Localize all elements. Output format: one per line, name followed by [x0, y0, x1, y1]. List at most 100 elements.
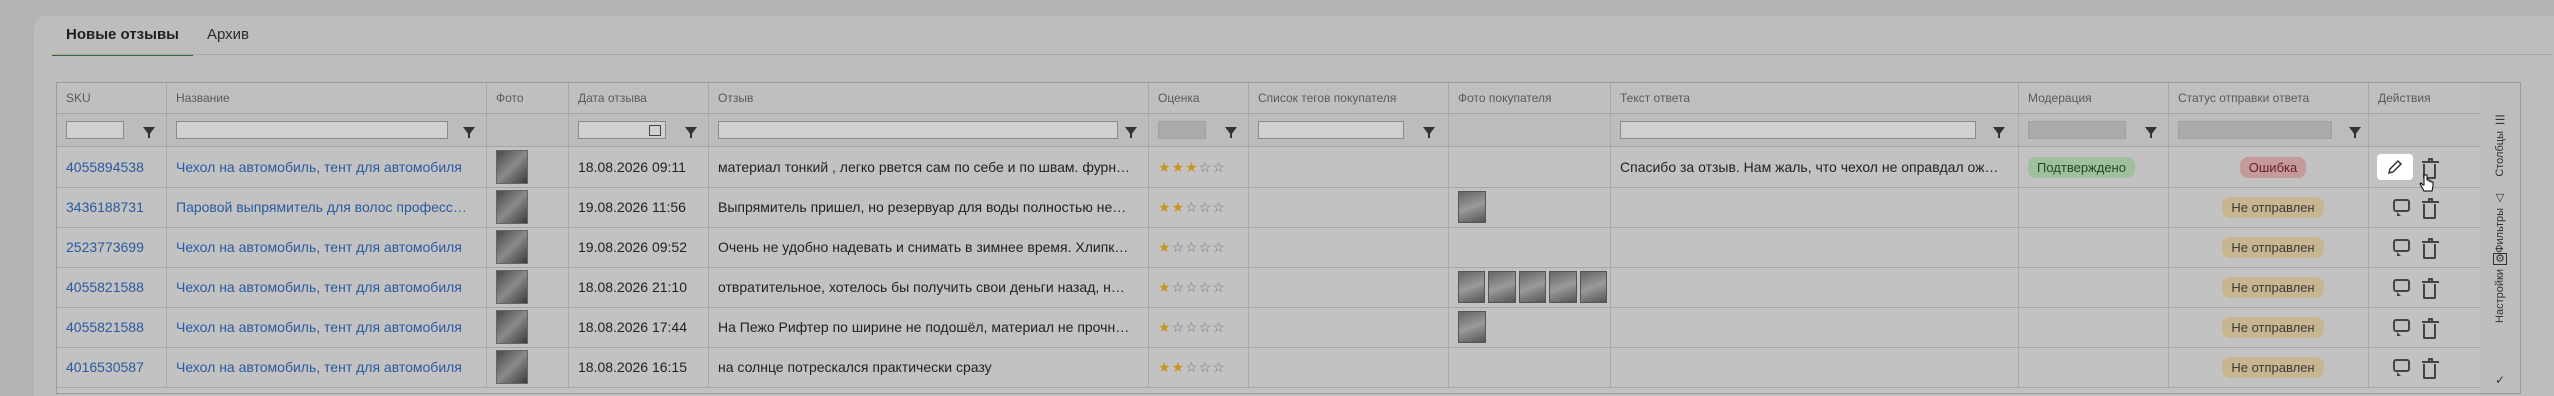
tab-archive[interactable]: Архив [193, 22, 263, 56]
reply-button[interactable] [2393, 239, 2411, 257]
buyer-photo-thumbnail[interactable] [1458, 191, 1486, 223]
cell-tags [1249, 307, 1449, 347]
product-name-link[interactable]: Чехол на автомобиль, тент для автомобиля [176, 319, 462, 335]
cell-sku: 4055894538 [57, 147, 167, 187]
cell-buyer-photo [1449, 307, 1611, 347]
delete-button[interactable] [2422, 198, 2441, 219]
delete-button[interactable] [2422, 278, 2441, 299]
cell-name: Чехол на автомобиль, тент для автомобиля [167, 347, 487, 387]
cell-buyer-photo [1449, 227, 1611, 267]
review-text: материал тонкий , легко рвется сам по се… [718, 159, 1131, 175]
funnel-icon[interactable] [463, 127, 475, 138]
buyer-photo-thumbnail[interactable] [1518, 271, 1547, 303]
reply-button[interactable] [2393, 359, 2411, 377]
delete-button[interactable] [2422, 238, 2441, 259]
rating-stars: ★☆☆☆☆ [1158, 279, 1226, 296]
comment-icon [2393, 319, 2410, 336]
sku-link[interactable]: 4055821588 [66, 319, 144, 335]
cell-review: отвратительное, хотелось бы получить сво… [709, 267, 1149, 307]
funnel-icon[interactable] [1125, 127, 1137, 138]
product-name-link[interactable]: Чехол на автомобиль, тент для автомобиля [176, 359, 462, 375]
product-thumbnail[interactable] [496, 310, 528, 344]
product-thumbnail[interactable] [496, 270, 528, 304]
col-send-status[interactable]: Статус отправки ответа [2169, 83, 2369, 113]
buyer-photo-thumbnail[interactable] [1488, 271, 1516, 303]
filter-answer [1611, 114, 2019, 146]
star-icon: ★ [1185, 158, 1199, 175]
buyer-photo-thumbnail[interactable] [1579, 271, 1608, 303]
filter-tags-input[interactable] [1258, 121, 1404, 139]
star-icon: ☆ [1185, 198, 1199, 215]
funnel-icon[interactable] [1423, 127, 1435, 138]
funnel-icon[interactable] [685, 127, 697, 138]
sku-link[interactable]: 2523773699 [66, 239, 144, 255]
product-name-link[interactable]: Чехол на автомобиль, тент для автомобиля [176, 279, 462, 295]
side-settings[interactable]: ⚙ Настройки [2480, 253, 2520, 323]
filter-tags [1249, 114, 1449, 146]
col-moderation[interactable]: Модерация [2019, 83, 2169, 113]
filter-moderation [2019, 114, 2169, 146]
reply-button[interactable] [2393, 319, 2411, 337]
funnel-icon[interactable] [143, 127, 155, 138]
buyer-photo-thumbnail[interactable] [1549, 271, 1577, 303]
col-buyer-photo[interactable]: Фото покупателя [1449, 83, 1611, 113]
filter-moderation-select[interactable] [2028, 121, 2126, 139]
star-icon: ☆ [1212, 238, 1226, 255]
side-check[interactable]: ✓ [2480, 373, 2520, 387]
hand-cursor-icon [2419, 174, 2434, 192]
reviews-table: SKU Название Фото Дата отзыва Отзыв Оцен… [56, 82, 2482, 394]
edit-answer-button[interactable] [2377, 154, 2413, 180]
col-sku[interactable]: SKU [57, 83, 167, 113]
filter-answer-input[interactable] [1620, 121, 1976, 139]
col-rating[interactable]: Оценка [1149, 83, 1249, 113]
cell-name: Чехол на автомобиль, тент для автомобиля [167, 307, 487, 347]
product-thumbnail[interactable] [496, 190, 528, 224]
cell-send-status: Не отправлен [2169, 267, 2369, 307]
reply-button[interactable] [2393, 199, 2411, 217]
filter-date-input[interactable] [578, 121, 666, 139]
col-answer[interactable]: Текст ответа [1611, 83, 2019, 113]
product-thumbnail[interactable] [496, 350, 528, 384]
col-photo[interactable]: Фото [487, 83, 569, 113]
filter-sku-input[interactable] [66, 121, 124, 139]
side-columns[interactable]: ☰ Столбцы [2480, 113, 2520, 177]
star-icon: ☆ [1212, 358, 1226, 375]
col-date[interactable]: Дата отзыва [569, 83, 709, 113]
product-name-link[interactable]: Чехол на автомобиль, тент для автомобиля [176, 239, 462, 255]
sku-link[interactable]: 4016530587 [66, 359, 144, 375]
cell-date: 18.08.2026 16:15 [569, 347, 709, 387]
filter-review-input[interactable] [718, 121, 1118, 139]
sku-link[interactable]: 3436188731 [66, 199, 144, 215]
cell-answer [1611, 227, 2019, 267]
product-name-link[interactable]: Паровой выпрямитель для волос професс… [176, 199, 467, 215]
sku-link[interactable]: 4055894538 [66, 159, 144, 175]
tab-new-reviews[interactable]: Новые отзывы [52, 22, 193, 56]
product-thumbnail[interactable] [496, 150, 528, 184]
col-tags[interactable]: Список тегов покупателя [1249, 83, 1449, 113]
funnel-icon[interactable] [1225, 127, 1237, 138]
product-name-link[interactable]: Чехол на автомобиль, тент для автомобиля [176, 159, 462, 175]
delete-button[interactable] [2422, 318, 2441, 339]
product-thumbnail[interactable] [496, 230, 528, 264]
filter-rating-select[interactable] [1158, 121, 1206, 139]
review-date: 18.08.2026 21:10 [578, 279, 687, 295]
columns-icon: ☰ [2494, 113, 2506, 127]
side-filters[interactable]: ▽ Фильтры [2480, 191, 2520, 253]
funnel-icon[interactable] [2349, 127, 2361, 138]
cell-send-status: Не отправлен [2169, 347, 2369, 387]
buyer-photo-thumbnail[interactable] [1458, 311, 1486, 343]
funnel-icon[interactable] [2145, 127, 2157, 138]
funnel-icon[interactable] [1993, 127, 2005, 138]
filter-send-status-select[interactable] [2178, 121, 2332, 139]
cell-moderation [2019, 267, 2169, 307]
cell-name: Чехол на автомобиль, тент для автомобиля [167, 147, 487, 187]
buyer-photo-thumbnail[interactable] [1458, 271, 1486, 303]
col-review[interactable]: Отзыв [709, 83, 1149, 113]
delete-button[interactable] [2422, 358, 2441, 379]
sku-link[interactable]: 4055821588 [66, 279, 144, 295]
star-icon: ☆ [1185, 318, 1199, 335]
filter-name-input[interactable] [176, 121, 448, 139]
reply-button[interactable] [2393, 279, 2411, 297]
cell-photo [487, 147, 569, 187]
col-name[interactable]: Название [167, 83, 487, 113]
